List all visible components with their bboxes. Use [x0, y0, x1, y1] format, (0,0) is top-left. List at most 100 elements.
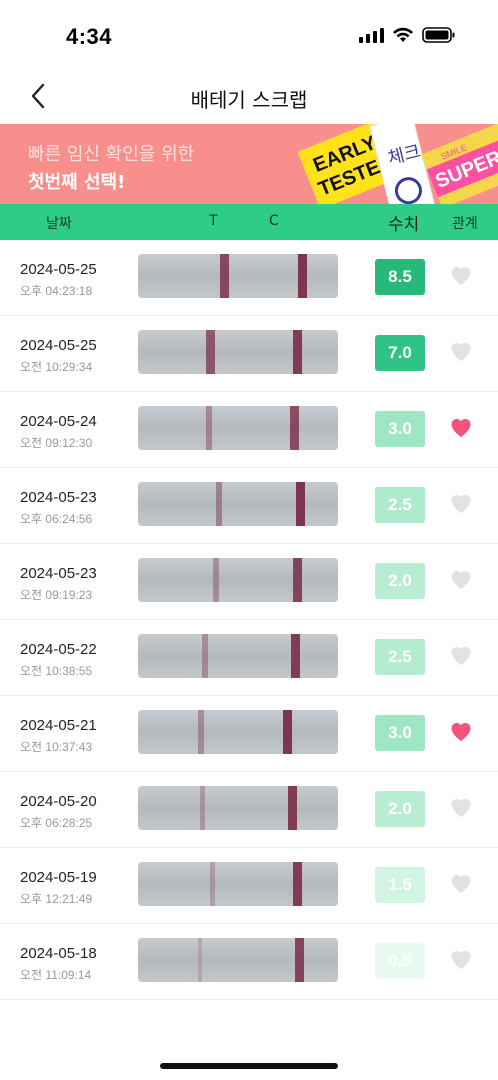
list-item[interactable]: 2024-05-25 오전 10:29:34 7.0 — [0, 316, 498, 392]
value-badge: 2.0 — [375, 563, 425, 599]
t-line — [202, 634, 208, 678]
heart-icon[interactable] — [449, 340, 473, 364]
column-header-t: T — [209, 213, 218, 229]
test-strip-list: 2024-05-25 오후 04:23:18 8.5 2024-05-25 오전 10:… — [0, 240, 498, 1000]
c-line — [293, 330, 302, 374]
row-time: 오후 06:24:56 — [20, 512, 93, 526]
c-line — [288, 786, 297, 830]
row-date: 2024-05-24 — [20, 413, 97, 430]
home-indicator — [160, 1063, 338, 1069]
test-strip-image[interactable] — [138, 482, 338, 526]
banner-line-2: 첫번째 선택! — [28, 172, 126, 193]
t-line — [210, 862, 215, 906]
list-item[interactable]: 2024-05-22 오전 10:38:55 2.5 — [0, 620, 498, 696]
value-badge: 3.0 — [375, 411, 425, 447]
table-header: 날짜 T C 수치 관계 — [0, 204, 498, 240]
heart-icon[interactable] — [449, 872, 473, 896]
test-strip-image[interactable] — [138, 862, 338, 906]
value-badge: 1.5 — [375, 867, 425, 903]
column-header-date: 날짜 — [46, 216, 72, 232]
test-strip-image[interactable] — [138, 330, 338, 374]
row-date: 2024-05-22 — [20, 641, 97, 658]
value-badge: 2.5 — [375, 487, 425, 523]
test-strip-image[interactable] — [138, 710, 338, 754]
list-item[interactable]: 2024-05-19 오후 12:21:49 1.5 — [0, 848, 498, 924]
c-line — [293, 558, 302, 602]
value-badge: 3.0 — [375, 715, 425, 751]
row-time: 오전 09:19:23 — [20, 588, 93, 602]
list-item[interactable]: 2024-05-20 오후 06:28:25 2.0 — [0, 772, 498, 848]
page-title: 배테기 스크랩 — [190, 88, 308, 112]
status-time: 4:34 — [66, 24, 113, 49]
value-badge: 2.0 — [375, 791, 425, 827]
list-item[interactable]: 2024-05-21 오전 10:37:43 3.0 — [0, 696, 498, 772]
heart-icon[interactable] — [449, 644, 473, 668]
list-item[interactable]: 2024-05-23 오전 09:19:23 2.0 — [0, 544, 498, 620]
row-date: 2024-05-25 — [20, 261, 97, 278]
row-time: 오전 10:29:34 — [20, 360, 93, 374]
t-line — [206, 406, 213, 450]
row-time: 오전 09:12:30 — [20, 436, 93, 450]
row-date: 2024-05-18 — [20, 945, 97, 962]
banner-product-image: EARLY TESTER 체크 SMILE SUPER — [298, 124, 498, 204]
heart-icon[interactable] — [449, 264, 473, 288]
promo-banner[interactable]: 빠른 임신 확인을 위한 첫번째 선택! EARLY TESTER 체크 SMI… — [0, 124, 498, 204]
t-line — [198, 938, 203, 982]
row-time: 오후 06:28:25 — [20, 816, 93, 830]
list-item[interactable]: 2024-05-24 오전 09:12:30 3.0 — [0, 392, 498, 468]
cellular-signal-icon — [359, 27, 384, 43]
column-header-value: 수치 — [388, 215, 420, 235]
column-header-c: C — [269, 213, 279, 229]
test-strip-image[interactable] — [138, 406, 338, 450]
t-line — [206, 330, 215, 374]
t-line — [213, 558, 219, 602]
wifi-icon — [393, 27, 413, 42]
heart-icon[interactable] — [449, 568, 473, 592]
heart-icon[interactable] — [449, 796, 473, 820]
heart-icon[interactable] — [449, 416, 473, 440]
list-item[interactable]: 2024-05-23 오후 06:24:56 2.5 — [0, 468, 498, 544]
value-badge: 2.5 — [375, 639, 425, 675]
test-strip-image[interactable] — [138, 254, 338, 298]
c-line — [290, 406, 299, 450]
status-icons — [359, 27, 456, 43]
heart-icon[interactable] — [449, 720, 473, 744]
row-time: 오전 10:38:55 — [20, 664, 93, 678]
list-item[interactable]: 2024-05-25 오후 04:23:18 8.5 — [0, 240, 498, 316]
column-header-relation: 관계 — [452, 216, 478, 232]
row-time: 오후 12:21:49 — [20, 892, 93, 906]
row-time: 오전 11:09:14 — [20, 968, 92, 982]
c-line — [296, 482, 305, 526]
t-line — [198, 710, 204, 754]
row-time: 오후 04:23:18 — [20, 284, 93, 298]
row-date: 2024-05-23 — [20, 565, 97, 582]
row-date: 2024-05-19 — [20, 869, 97, 886]
banner-line-1: 빠른 임신 확인을 위한 — [28, 144, 195, 165]
t-line — [200, 786, 206, 830]
status-bar: 4:34 — [0, 0, 498, 72]
row-date: 2024-05-21 — [20, 717, 97, 734]
c-line — [293, 862, 302, 906]
value-badge: 7.0 — [375, 335, 425, 371]
battery-icon — [422, 27, 455, 43]
nav-bar: 배테기 스크랩 — [0, 72, 498, 124]
test-strip-image[interactable] — [138, 938, 338, 982]
c-line — [295, 938, 304, 982]
t-line — [216, 482, 223, 526]
heart-icon[interactable] — [449, 492, 473, 516]
test-strip-image[interactable] — [138, 634, 338, 678]
c-line — [283, 710, 292, 754]
c-line — [298, 254, 307, 298]
c-line — [291, 634, 300, 678]
row-date: 2024-05-23 — [20, 489, 97, 506]
test-strip-image[interactable] — [138, 786, 338, 830]
value-badge: 8.5 — [375, 259, 425, 295]
row-date: 2024-05-20 — [20, 793, 97, 810]
row-time: 오전 10:37:43 — [20, 740, 93, 754]
row-date: 2024-05-25 — [20, 337, 97, 354]
value-badge: 0.5 — [375, 943, 425, 979]
heart-icon[interactable] — [449, 948, 473, 972]
t-line — [220, 254, 230, 298]
test-strip-image[interactable] — [138, 558, 338, 602]
list-item[interactable]: 2024-05-18 오전 11:09:14 0.5 — [0, 924, 498, 1000]
